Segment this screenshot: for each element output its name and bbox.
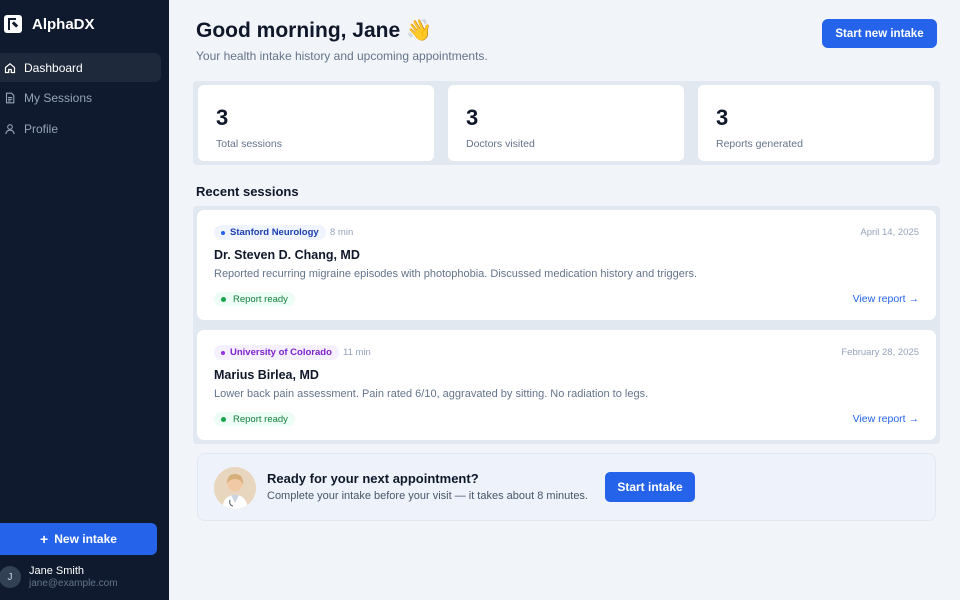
view-report-link[interactable]: View report → <box>853 413 919 425</box>
recent-sessions-heading: Recent sessions <box>196 184 299 199</box>
recent-sessions-list: Stanford Neurology 8 min April 14, 2025 … <box>193 206 940 444</box>
page-title: Good morning, Jane 👋 <box>196 19 433 42</box>
brand-name: AlphaDX <box>32 15 95 33</box>
session-summary: Lower back pain assessment. Pain rated 6… <box>214 388 649 400</box>
session-duration: 11 min <box>343 347 371 358</box>
session-duration: 8 min <box>330 227 354 238</box>
doctor-name: Marius Birlea, MD <box>214 368 319 382</box>
sidebar-item-my-sessions[interactable]: My Sessions <box>0 84 161 113</box>
session-date: April 14, 2025 <box>860 227 919 238</box>
status-dot-icon <box>221 296 226 302</box>
stat-value: 3 <box>216 105 229 130</box>
sidebar-item-dashboard[interactable]: Dashboard <box>0 53 161 82</box>
stat-label: Total sessions <box>216 138 282 150</box>
user-profile[interactable]: J Jane Smith jane@example.com <box>0 565 118 589</box>
sidebar-item-label: Profile <box>24 121 59 136</box>
sidebar-item-profile[interactable]: Profile <box>0 114 161 143</box>
status-label: Report ready <box>233 293 288 305</box>
institution-badge: Stanford Neurology <box>214 225 326 240</box>
stat-label: Doctors visited <box>466 138 535 150</box>
session-card[interactable]: Stanford Neurology 8 min April 14, 2025 … <box>197 210 936 320</box>
doctor-name: Dr. Steven D. Chang, MD <box>214 248 360 262</box>
stat-value: 3 <box>466 105 479 130</box>
next-appointment-banner: Ready for your next appointment? Complet… <box>197 453 936 521</box>
session-summary: Reported recurring migraine episodes wit… <box>214 268 698 280</box>
document-icon <box>4 92 16 104</box>
badge-dot-icon <box>221 230 225 235</box>
sidebar: AlphaDX Dashboard My Sessions Profile + … <box>0 0 169 600</box>
sidebar-item-label: My Sessions <box>24 91 93 105</box>
brand-logo-icon <box>4 15 22 33</box>
plus-icon: + <box>40 531 49 547</box>
cta-subtitle: Complete your intake before your visit —… <box>267 490 588 502</box>
stats-row: 3 Total sessions 3 Doctors visited 3 Rep… <box>193 81 940 165</box>
new-intake-button[interactable]: + New intake <box>0 523 157 555</box>
avatar: J <box>0 566 21 588</box>
view-report-link[interactable]: View report → <box>853 293 919 305</box>
home-icon <box>4 62 16 74</box>
status-dot-icon <box>221 416 226 422</box>
status-badge: Report ready <box>214 412 295 426</box>
session-date: February 28, 2025 <box>841 347 919 358</box>
stat-card-total-sessions: 3 Total sessions <box>197 84 435 162</box>
new-intake-label: New intake <box>54 532 117 546</box>
stat-label: Reports generated <box>716 138 803 150</box>
brand[interactable]: AlphaDX <box>4 15 95 33</box>
institution-name: Stanford Neurology <box>230 227 319 238</box>
doctor-avatar <box>214 467 256 509</box>
cta-title: Ready for your next appointment? <box>267 471 479 486</box>
start-intake-button[interactable]: Start intake <box>605 472 695 502</box>
sidebar-item-label: Dashboard <box>24 60 83 75</box>
institution-name: University of Colorado <box>230 347 332 358</box>
status-badge: Report ready <box>214 292 295 306</box>
page-subtitle: Your health intake history and upcoming … <box>196 49 488 63</box>
stat-value: 3 <box>716 105 729 130</box>
status-label: Report ready <box>233 413 288 425</box>
badge-dot-icon <box>221 350 225 355</box>
start-new-intake-button[interactable]: Start new intake <box>822 19 937 48</box>
session-card[interactable]: University of Colorado 11 min February 2… <box>197 330 936 440</box>
user-name: Jane Smith <box>29 565 85 577</box>
institution-badge: University of Colorado <box>214 345 339 360</box>
sidebar-nav: Dashboard My Sessions Profile <box>0 53 161 145</box>
stat-card-doctors-visited: 3 Doctors visited <box>447 84 685 162</box>
user-icon <box>4 123 16 135</box>
main-content: Good morning, Jane 👋 Your health intake … <box>169 0 960 600</box>
stat-card-reports-generated: 3 Reports generated <box>697 84 935 162</box>
user-email: jane@example.com <box>29 578 118 589</box>
